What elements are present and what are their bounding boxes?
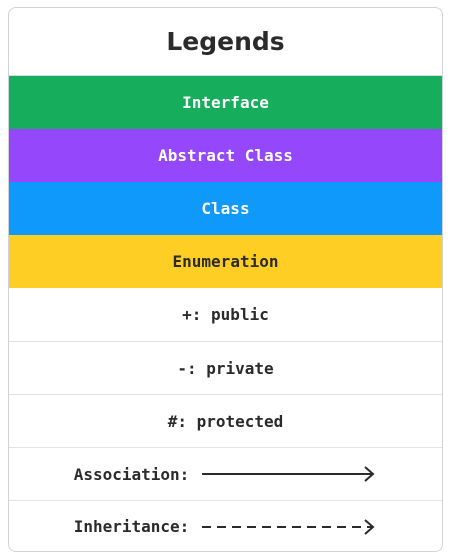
legend-association-label: Association: [73, 464, 190, 484]
legend-interface-label: Interface [182, 93, 269, 112]
legend-protected: #: protected [9, 394, 442, 447]
legend-inheritance: Inheritance: [9, 500, 442, 551]
legend-enumeration: Enumeration [9, 235, 442, 288]
dashed-arrow-icon [201, 518, 377, 535]
legend-abstract-class-label: Abstract Class [158, 146, 293, 165]
legend-interface: Interface [9, 76, 442, 129]
legend-title: Legends [9, 8, 442, 76]
legend-private-label: -: private [177, 358, 274, 378]
legend-public: +: public [9, 288, 442, 341]
legend-class: Class [9, 182, 442, 235]
legend-private: -: private [9, 341, 442, 394]
legend-inheritance-label: Inheritance: [73, 517, 190, 536]
solid-arrow-icon [201, 466, 377, 482]
legend-association: Association: [9, 447, 442, 500]
legend-class-label: Class [201, 199, 250, 218]
legend-protected-label: #: protected [167, 411, 284, 431]
legend-enumeration-label: Enumeration [172, 252, 279, 271]
legend-public-label: +: public [182, 305, 269, 324]
legend-abstract-class: Abstract Class [9, 129, 442, 182]
legend-card: Legends Interface Abstract Class Class E… [8, 7, 443, 552]
